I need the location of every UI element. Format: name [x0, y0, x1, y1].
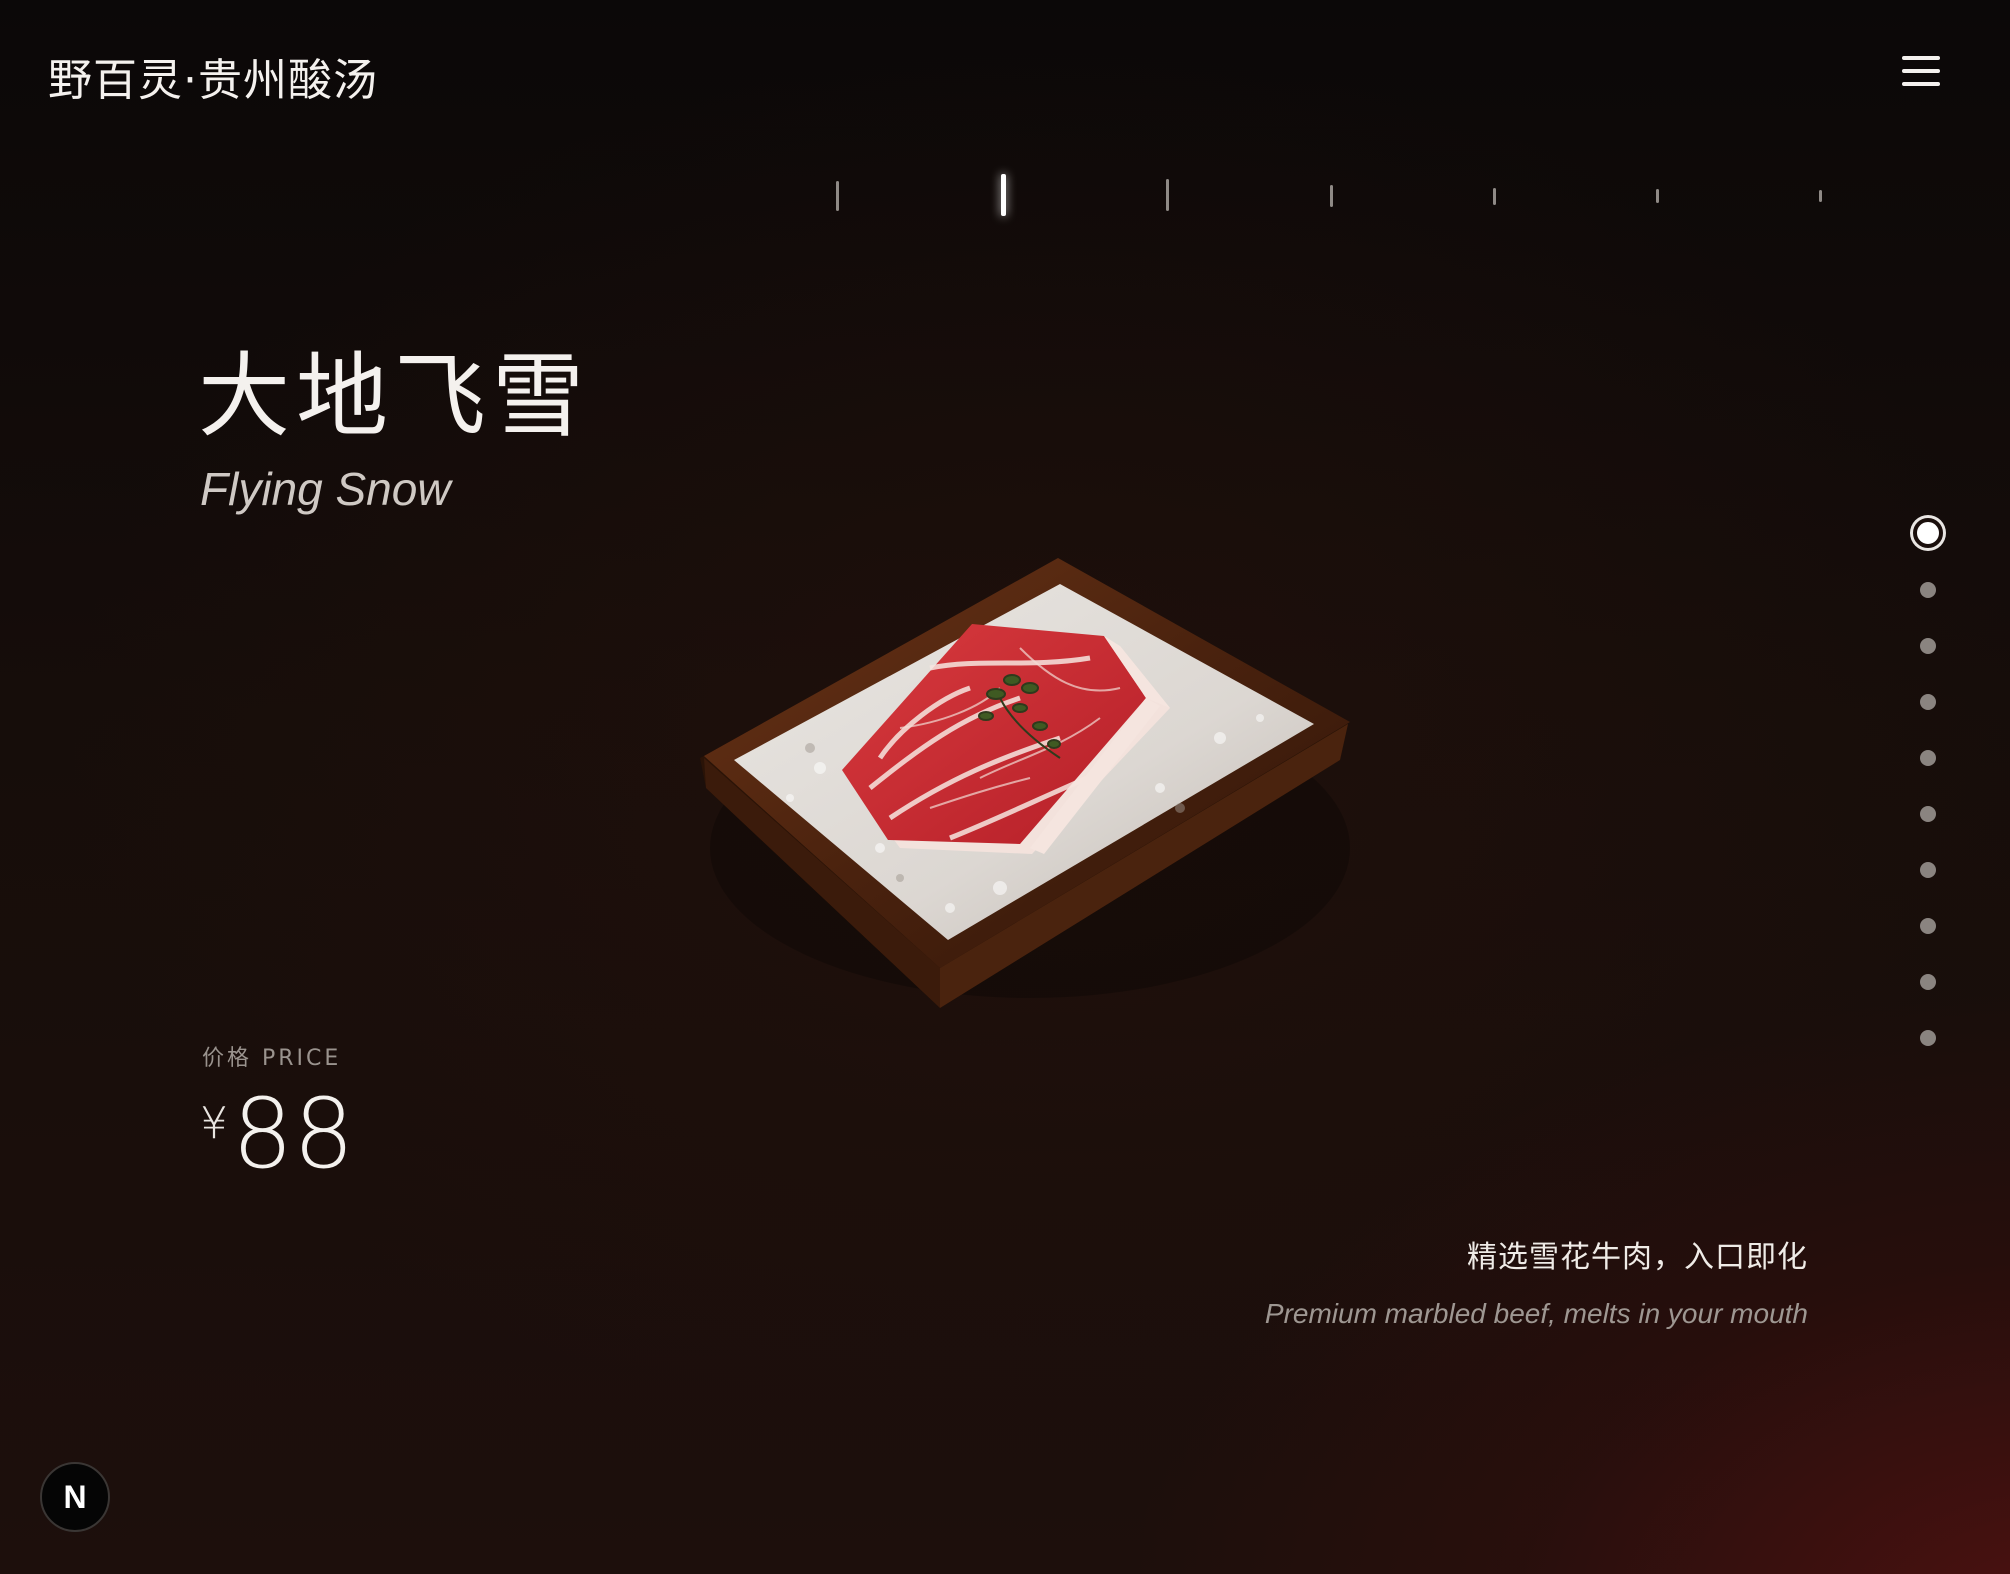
progress-tick[interactable] — [1493, 188, 1496, 205]
price-number: 88 — [232, 1078, 355, 1190]
currency-symbol: ¥ — [200, 1098, 228, 1149]
price-value: ¥ 88 — [200, 1078, 355, 1192]
pagination-dot[interactable] — [1920, 694, 1936, 710]
pagination-dot[interactable] — [1920, 806, 1936, 822]
progress-tick[interactable] — [1819, 190, 1822, 202]
progress-tick[interactable] — [1330, 185, 1333, 207]
dish-title-zh: 大地飞雪 — [198, 343, 591, 450]
pagination-dot[interactable] — [1920, 582, 1936, 598]
pagination-dot[interactable] — [1920, 638, 1936, 654]
pagination-dot[interactable] — [1920, 918, 1936, 934]
progress-ticks — [0, 0, 2010, 230]
progress-tick-active[interactable] — [1001, 174, 1006, 216]
pagination-dot-active[interactable] — [1913, 518, 1943, 548]
progress-tick[interactable] — [1656, 189, 1659, 203]
progress-tick[interactable] — [836, 181, 839, 211]
beef-tray-illustration — [700, 558, 1350, 1008]
dish-description-en: Premium marbled beef, melts in your mout… — [1264, 1298, 1808, 1329]
dish-title-en: Flying Snow — [200, 463, 451, 515]
slide-pagination — [1900, 510, 1960, 1050]
pagination-dot[interactable] — [1920, 862, 1936, 878]
progress-tick[interactable] — [1166, 179, 1169, 211]
pagination-dot[interactable] — [1920, 1030, 1936, 1046]
dish-description-zh: 精选雪花牛肉，入口即化 — [1467, 1240, 1808, 1275]
pagination-dot[interactable] — [1920, 974, 1936, 990]
price-label: 价格 PRICE — [202, 1046, 342, 1071]
n-logo-badge[interactable]: N — [40, 1462, 110, 1532]
dish-image — [700, 548, 1350, 1018]
pagination-dot[interactable] — [1920, 750, 1936, 766]
